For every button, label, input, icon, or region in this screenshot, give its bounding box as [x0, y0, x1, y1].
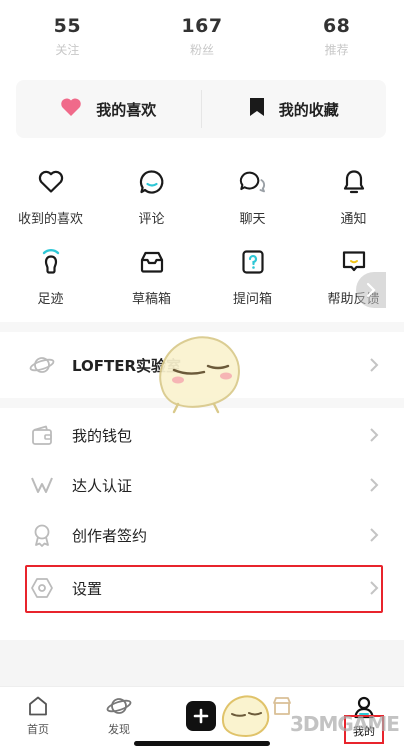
followers-stat[interactable]: 167 粉丝	[135, 0, 270, 74]
tab-home[interactable]: 首页	[8, 695, 68, 737]
drafts-label: 草稿箱	[131, 292, 171, 307]
add-post-button[interactable]	[186, 701, 216, 731]
followers-label: 粉丝	[190, 43, 215, 57]
planet-icon	[28, 351, 56, 379]
creator-contract-label: 创作者签约	[72, 526, 148, 545]
chevron-right-icon	[370, 428, 379, 442]
comments-label: 评论	[138, 212, 165, 227]
footprint-item[interactable]: 足迹	[0, 248, 101, 307]
mascot-small-watermark-icon	[222, 695, 270, 738]
feedback-icon	[340, 248, 368, 276]
profile-stats: 55 关注 167 粉丝 68 推荐	[0, 0, 404, 74]
drafts-item[interactable]: 草稿箱	[101, 248, 202, 307]
planet-tab-icon	[106, 698, 132, 714]
bottom-spacer	[0, 640, 404, 686]
bookmark-icon	[249, 97, 265, 121]
badge-icon	[28, 521, 56, 549]
my-collections-button[interactable]: 我的收藏	[202, 80, 387, 138]
favorites-card: 我的喜欢 我的收藏	[16, 80, 386, 138]
home-indicator	[134, 741, 270, 746]
creator-contract-row[interactable]: 创作者签约	[28, 510, 380, 560]
bell-icon	[340, 168, 368, 196]
chevron-right-icon	[370, 358, 379, 372]
floating-expand-handle[interactable]	[356, 272, 386, 308]
my-collections-label: 我的收藏	[278, 100, 339, 119]
heart-filled-icon	[60, 97, 82, 121]
feature-grid-row-2: 足迹 草稿箱 提问箱 帮助反馈	[0, 248, 404, 307]
footprint-label: 足迹	[37, 292, 64, 307]
tab-discover-label: 发现	[108, 723, 130, 736]
expert-verification-row[interactable]: 达人认证	[28, 460, 380, 510]
chevron-right-icon	[366, 282, 376, 298]
verified-v-icon	[28, 471, 56, 499]
comments-item[interactable]: 评论	[101, 168, 202, 227]
followers-count: 167	[181, 15, 223, 37]
question-box-item[interactable]: 提问箱	[202, 248, 303, 307]
comment-icon	[138, 168, 166, 196]
footprint-icon	[37, 248, 65, 276]
draft-box-icon	[138, 248, 166, 276]
question-box-icon	[239, 248, 267, 276]
recommend-label: 推荐	[324, 43, 349, 57]
notifications-label: 通知	[340, 212, 367, 227]
wallet-row[interactable]: 我的钱包	[28, 410, 380, 460]
wallet-icon	[28, 421, 56, 449]
heart-outline-icon	[37, 168, 65, 196]
question-box-label: 提问箱	[232, 292, 272, 307]
recommend-stat[interactable]: 68 推荐	[269, 0, 404, 74]
recommend-count: 68	[322, 15, 351, 37]
following-count: 55	[53, 15, 82, 37]
settings-highlight-annotation	[25, 565, 383, 613]
received-likes-label: 收到的喜欢	[17, 212, 83, 227]
feature-grid-row-1: 收到的喜欢 评论 聊天 通知	[0, 168, 404, 227]
chat-item[interactable]: 聊天	[202, 168, 303, 227]
chat-icon	[239, 168, 267, 196]
following-label: 关注	[55, 43, 80, 57]
following-stat[interactable]: 55 关注	[0, 0, 135, 74]
tab-home-label: 首页	[27, 723, 49, 736]
chevron-right-icon	[370, 478, 379, 492]
plus-icon	[193, 708, 209, 724]
expert-verification-label: 达人认证	[72, 476, 133, 495]
mascot-watermark-icon	[159, 336, 240, 414]
my-likes-button[interactable]: 我的喜欢	[16, 80, 201, 138]
help-feedback-item[interactable]: 帮助反馈	[303, 248, 404, 307]
notifications-item[interactable]: 通知	[303, 168, 404, 227]
home-icon	[29, 696, 47, 716]
chevron-right-icon	[370, 528, 379, 542]
received-likes-item[interactable]: 收到的喜欢	[0, 168, 101, 227]
my-likes-label: 我的喜欢	[96, 100, 157, 119]
wallet-label: 我的钱包	[72, 426, 133, 445]
tab-discover[interactable]: 发现	[89, 695, 149, 737]
watermark-text: 3DMGAME	[290, 712, 400, 736]
chat-label: 聊天	[239, 212, 266, 227]
